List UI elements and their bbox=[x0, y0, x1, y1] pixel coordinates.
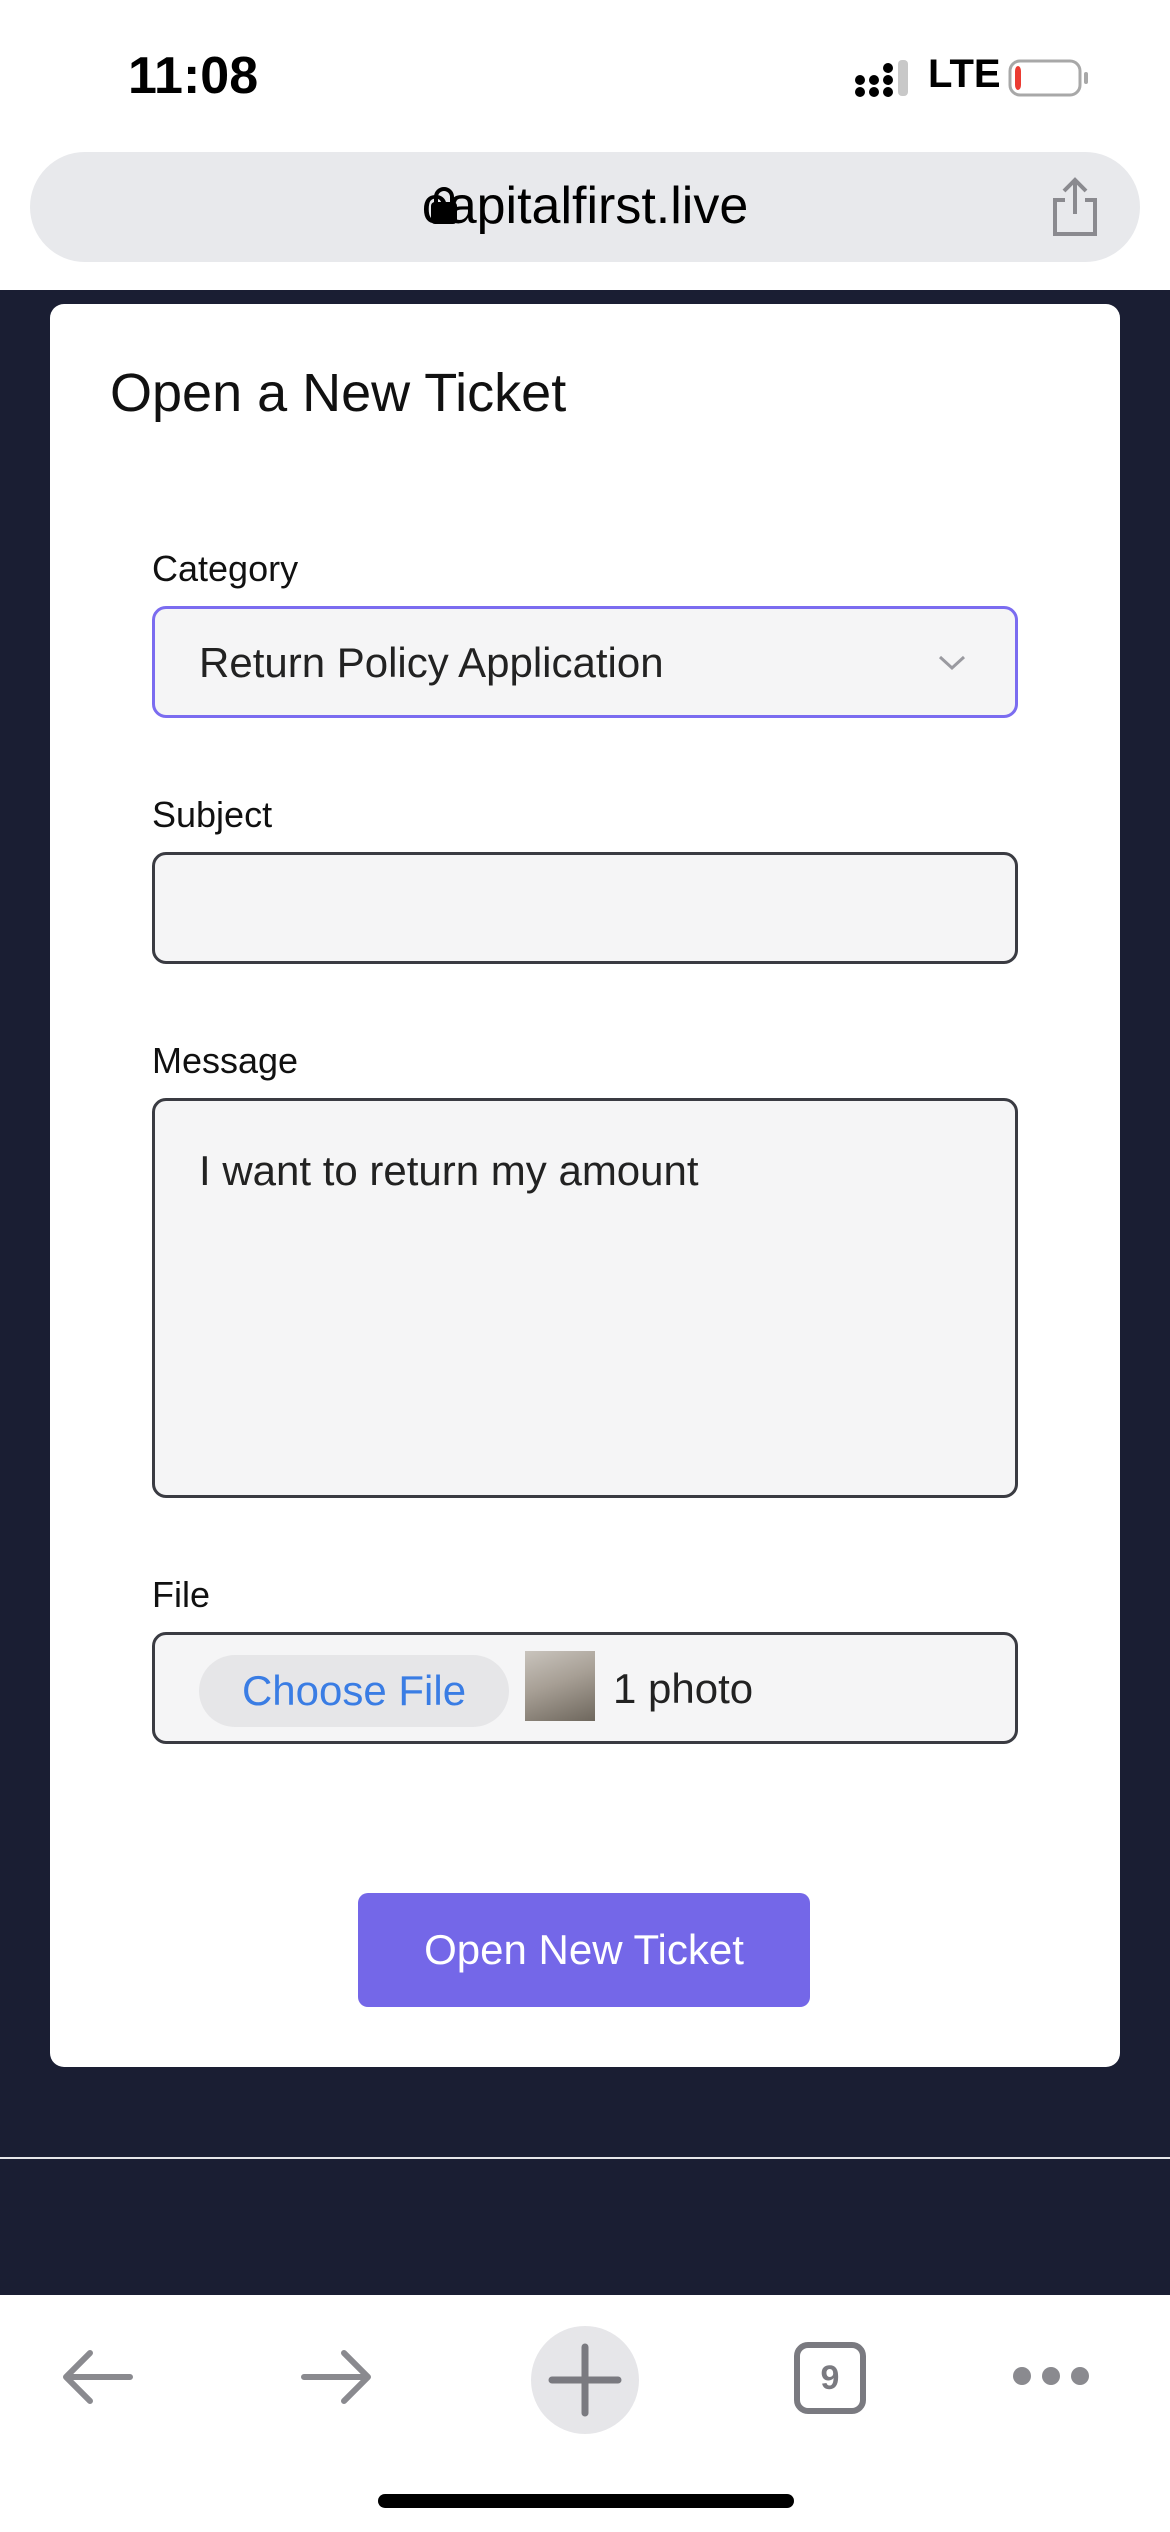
file-status: 1 photo bbox=[613, 1665, 754, 1712]
file-input[interactable]: Choose File 1 photo bbox=[152, 1632, 1018, 1744]
category-select[interactable]: Return Policy Application bbox=[152, 606, 1018, 718]
url-text: capitalfirst.live bbox=[421, 177, 749, 235]
page-title: Open a New Ticket bbox=[110, 363, 567, 423]
signal-strength-icon bbox=[855, 60, 908, 97]
tabs-button[interactable]: 9 bbox=[794, 2342, 866, 2414]
message-textarea[interactable]: I want to return my amount bbox=[152, 1098, 1018, 1498]
lock-icon bbox=[431, 187, 457, 224]
subject-label: Subject bbox=[152, 794, 273, 835]
message-label: Message bbox=[152, 1040, 299, 1081]
photo-thumbnail bbox=[525, 1651, 595, 1721]
status-time: 11:08 bbox=[128, 47, 259, 105]
category-value: Return Policy Application bbox=[199, 639, 664, 686]
choose-file-button[interactable]: Choose File bbox=[199, 1655, 509, 1727]
forward-arrow-icon[interactable] bbox=[298, 2337, 378, 2417]
home-indicator bbox=[378, 2494, 794, 2508]
open-new-ticket-button[interactable]: Open New Ticket bbox=[358, 1893, 810, 2007]
battery-icon bbox=[1008, 59, 1088, 97]
back-arrow-icon[interactable] bbox=[56, 2337, 136, 2417]
network-type: LTE bbox=[928, 52, 1001, 96]
message-value: I want to return my amount bbox=[199, 1147, 699, 1194]
chevron-down-icon bbox=[938, 655, 966, 671]
footer-divider bbox=[0, 2157, 1170, 2159]
share-icon[interactable] bbox=[1045, 174, 1105, 238]
address-bar[interactable]: capitalfirst.live bbox=[30, 152, 1140, 262]
ticket-form-card: Open a New Ticket Category Return Policy… bbox=[50, 304, 1120, 2067]
category-label: Category bbox=[152, 548, 299, 589]
status-bar: 11:08 LTE bbox=[0, 0, 1170, 150]
subject-input[interactable] bbox=[152, 852, 1018, 964]
more-options-icon[interactable] bbox=[1010, 2361, 1092, 2391]
file-label: File bbox=[152, 1574, 211, 1615]
tab-count: 9 bbox=[820, 2359, 840, 2397]
new-tab-icon[interactable] bbox=[530, 2325, 640, 2435]
